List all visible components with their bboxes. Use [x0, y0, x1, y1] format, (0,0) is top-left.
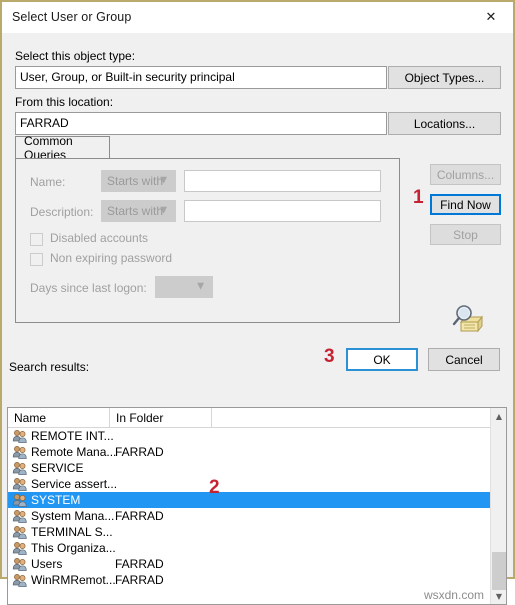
table-row[interactable]: System Mana... FARRAD [8, 508, 506, 524]
tab-strip: Common Queries [15, 134, 400, 162]
days-since-last-logon-label: Days since last logon: [30, 281, 147, 295]
disabled-accounts-checkbox[interactable] [30, 233, 43, 246]
table-row[interactable]: Service assert... [8, 476, 506, 492]
description-label: Description: [30, 205, 94, 219]
row-name: SERVICE [31, 461, 84, 475]
scroll-up-button[interactable]: ▲ [491, 408, 506, 424]
name-operator-dropdown[interactable]: Starts with ▼ [101, 170, 176, 192]
chevron-down-icon: ▼ [160, 205, 167, 216]
object-types-button[interactable]: Object Types... [388, 66, 501, 89]
disabled-accounts-label: Disabled accounts [50, 231, 149, 245]
location-field[interactable]: FARRAD [15, 112, 387, 135]
name-value-input[interactable] [184, 170, 381, 192]
group-icon [12, 462, 27, 475]
column-header-in-folder[interactable]: In Folder [110, 408, 212, 427]
row-name: REMOTE INT... [31, 429, 114, 443]
row-name: Remote Mana... [31, 445, 117, 459]
row-in-folder: FARRAD [115, 573, 164, 587]
common-queries-panel: Name: Starts with ▼ Description: Starts … [15, 158, 400, 323]
table-row[interactable]: REMOTE INT... [8, 428, 506, 444]
group-icon [12, 558, 27, 571]
results-vertical-scrollbar[interactable]: ▲ ▼ [490, 408, 506, 604]
title-bar: Select User or Group ✕ [2, 2, 513, 33]
table-row[interactable]: SERVICE [8, 460, 506, 476]
group-icon [12, 542, 27, 555]
description-value-input[interactable] [184, 200, 381, 222]
non-expiring-password-label: Non expiring password [50, 251, 173, 265]
row-name: Service assert... [31, 477, 118, 491]
chevron-down-icon: ▼ [197, 281, 204, 292]
group-icon [12, 430, 27, 443]
table-row[interactable]: SYSTEM [8, 492, 506, 508]
group-icon [12, 478, 27, 491]
locations-button[interactable]: Locations... [388, 112, 501, 135]
scroll-down-button[interactable]: ▼ [491, 588, 506, 604]
name-label: Name: [30, 175, 66, 189]
row-name: SYSTEM [31, 493, 81, 507]
close-icon: ✕ [485, 9, 497, 25]
column-header-name[interactable]: Name [8, 408, 110, 427]
row-name: System Mana... [31, 509, 115, 523]
scrollbar-thumb[interactable] [492, 552, 506, 590]
ok-button[interactable]: OK [346, 348, 418, 371]
name-operator-value: Starts with [107, 174, 164, 188]
result-rows: REMOTE INT... Remote Mana... FARRAD SERVICE… [8, 428, 506, 588]
tab-common-queries[interactable]: Common Queries [15, 134, 110, 162]
annotation-step-1: 1 [413, 187, 424, 208]
close-button[interactable]: ✕ [469, 2, 513, 32]
row-name: WinRMRemot... [31, 573, 116, 587]
description-operator-value: Starts with [107, 204, 164, 218]
magnifier-folder-icon [449, 301, 487, 337]
description-operator-dropdown[interactable]: Starts with ▼ [101, 200, 176, 222]
row-name: This Organiza... [31, 541, 116, 555]
stop-button[interactable]: Stop [430, 224, 501, 245]
object-type-label: Select this object type: [15, 49, 136, 63]
window-title: Select User or Group [12, 10, 132, 24]
table-row[interactable]: TERMINAL S... [8, 524, 506, 540]
non-expiring-password-checkbox[interactable] [30, 253, 43, 266]
columns-button[interactable]: Columns... [430, 164, 501, 185]
dialog-body: Select this object type: User, Group, or… [2, 33, 513, 605]
annotation-step-3: 3 [324, 346, 335, 367]
row-in-folder: FARRAD [115, 509, 164, 523]
chevron-down-icon: ▼ [160, 175, 167, 186]
select-user-or-group-dialog: Select User or Group ✕ Select this objec… [0, 0, 515, 605]
group-icon [12, 574, 27, 587]
list-column-headers: Name In Folder [8, 408, 506, 428]
object-type-field[interactable]: User, Group, or Built-in security princi… [15, 66, 387, 89]
cancel-button[interactable]: Cancel [428, 348, 500, 371]
location-label: From this location: [15, 95, 114, 109]
annotation-step-2: 2 [209, 477, 220, 498]
group-icon [12, 494, 27, 507]
table-row[interactable]: Users FARRAD [8, 556, 506, 572]
row-name: TERMINAL S... [31, 525, 113, 539]
table-row[interactable]: This Organiza... [8, 540, 506, 556]
row-in-folder: FARRAD [115, 557, 164, 571]
row-name: Users [31, 557, 63, 571]
watermark-text: wsxdn.com [423, 588, 484, 602]
row-in-folder: FARRAD [115, 445, 164, 459]
group-icon [12, 446, 27, 459]
group-icon [12, 526, 27, 539]
search-results-label: Search results: [9, 360, 90, 374]
days-since-last-logon-dropdown[interactable]: ▼ [155, 276, 213, 298]
table-row[interactable]: Remote Mana... FARRAD [8, 444, 506, 460]
find-now-button[interactable]: Find Now [430, 194, 501, 215]
group-icon [12, 510, 27, 523]
table-row[interactable]: WinRMRemot... FARRAD [8, 572, 506, 588]
search-results-list[interactable]: Name In Folder REMOTE INT... Remote Mana.… [7, 407, 507, 605]
